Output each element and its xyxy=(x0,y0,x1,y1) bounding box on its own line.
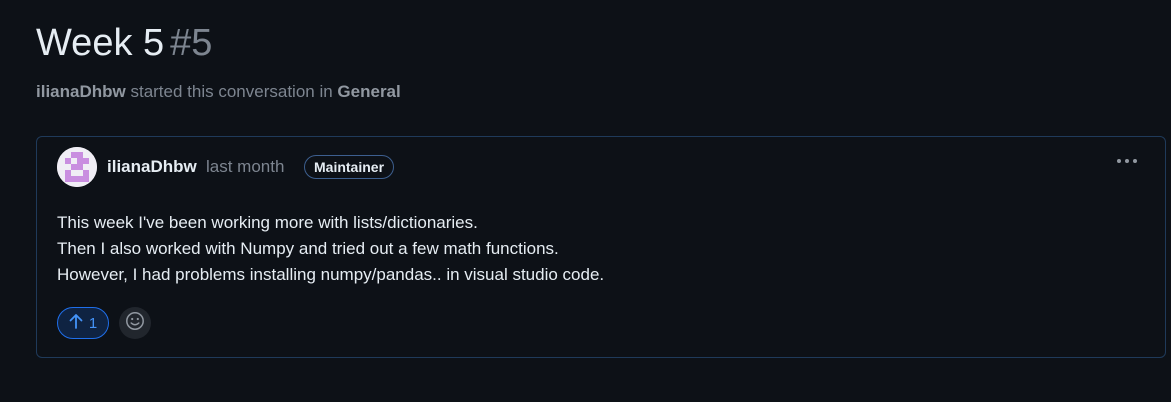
discussion-title: Week 5 #5 xyxy=(36,20,212,66)
smiley-icon xyxy=(125,311,145,336)
discussion-category-link[interactable]: General xyxy=(337,82,400,101)
kebab-horizontal-icon[interactable] xyxy=(1115,152,1139,170)
post-body-line: Then I also worked with Numpy and tried … xyxy=(57,239,559,258)
discussion-title-text: Week 5 xyxy=(36,22,165,64)
discussion-number: #5 xyxy=(170,22,213,64)
post-body-line: This week I've been working more with li… xyxy=(57,213,478,232)
post-author-link[interactable]: ilianaDhbw xyxy=(107,157,197,177)
discussion-post-card: ilianaDhbw last month Maintainer This we… xyxy=(36,136,1166,358)
avatar[interactable] xyxy=(57,147,97,187)
discussion-started-text: started this conversation in xyxy=(130,82,333,101)
discussion-author-link[interactable]: ilianaDhbw xyxy=(36,82,126,101)
post-timestamp[interactable]: last month xyxy=(206,157,284,177)
post-body-line: However, I had problems installing numpy… xyxy=(57,265,605,284)
post-body: This week I've been working more with li… xyxy=(57,210,604,288)
add-reaction-button[interactable] xyxy=(119,307,151,339)
discussion-meta: ilianaDhbw started this conversation in … xyxy=(36,82,401,102)
upvote-button[interactable]: 1 xyxy=(57,307,109,339)
upvote-count: 1 xyxy=(88,314,98,332)
maintainer-badge: Maintainer xyxy=(304,155,395,179)
arrow-up-icon xyxy=(69,313,83,333)
